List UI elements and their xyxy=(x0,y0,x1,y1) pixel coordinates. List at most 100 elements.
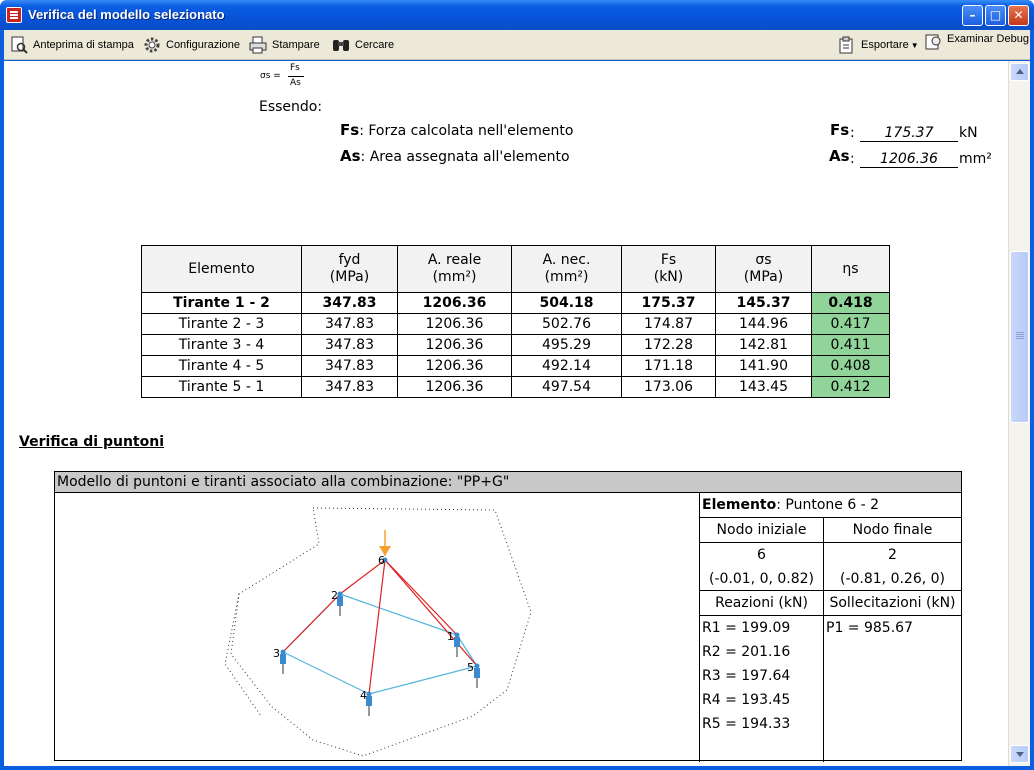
print-preview-label: Anteprima di stampa xyxy=(33,39,134,51)
column-header-line: A. reale xyxy=(427,252,482,268)
export-button[interactable]: Esportare ▼ xyxy=(838,35,919,55)
table-body: Tirante 1 - 2 347.83 1206.36 504.18 175.37 14… xyxy=(141,292,890,398)
loads-list: P1 = 985.67 xyxy=(824,616,962,762)
window-title: Verifica del modello selezionato xyxy=(28,7,225,22)
scroll-up-button[interactable] xyxy=(1010,63,1029,81)
column-header-line: σs xyxy=(755,252,772,268)
nodo-iniziale-header: Nodo iniziale xyxy=(700,518,824,543)
debug-label: Examinar Debug xyxy=(947,33,1029,45)
app-icon xyxy=(6,7,22,23)
formula-denominator: As xyxy=(290,78,301,88)
node-point xyxy=(280,649,286,655)
gear-icon xyxy=(144,37,160,53)
export-label: Esportare xyxy=(861,39,909,51)
nodo-finale-cell: 2 (-0.81, 0.26, 0) xyxy=(824,543,962,591)
as-value: 1206.36 xyxy=(860,151,958,168)
export-icon xyxy=(839,36,853,54)
minimize-button[interactable]: – xyxy=(962,5,983,26)
column-header-line: Fs xyxy=(660,252,677,268)
footing-outline xyxy=(224,593,262,717)
print-button[interactable]: Stampare xyxy=(249,35,320,55)
table-cell: 502.76 xyxy=(511,313,622,335)
node-label: 6 xyxy=(378,554,385,567)
reazioni-header: Reazioni (kN) xyxy=(700,591,824,616)
table-cell: 175.37 xyxy=(621,292,716,314)
table-cell: 144.96 xyxy=(715,313,812,335)
column-header-line: (mm²) xyxy=(544,269,589,285)
column-header-line: (MPa) xyxy=(329,269,370,285)
node-label: 2 xyxy=(331,589,338,602)
nodo-iniziale-coords: (-0.01, 0, 0.82) xyxy=(708,571,815,587)
table-cell: 142.81 xyxy=(715,334,812,356)
node-label: 5 xyxy=(467,661,474,674)
table-cell: 504.18 xyxy=(511,292,622,314)
column-header-line: (kN) xyxy=(653,269,684,285)
table-cell: Tirante 2 - 3 xyxy=(141,313,302,335)
node-label: 4 xyxy=(360,689,367,702)
print-label: Stampare xyxy=(272,39,320,51)
window: Verifica del modello selezionato – □ ✕ A… xyxy=(0,0,1034,770)
binoculars-icon xyxy=(333,40,349,51)
configuration-button[interactable]: Configurazione xyxy=(143,35,240,55)
as-description: : Area assegnata all'elemento xyxy=(360,149,570,165)
nodo-finale-coords: (-0.81, 0.26, 0) xyxy=(839,571,946,587)
vertical-scrollbar[interactable] xyxy=(1008,61,1030,766)
fs-symbol: Fs xyxy=(340,121,360,139)
table-cell: 497.54 xyxy=(511,376,622,398)
table-row: Tirante 3 - 4 347.83 1206.36 495.29 172.28 14… xyxy=(141,334,890,356)
node-point xyxy=(337,591,343,597)
table-cell: 1206.36 xyxy=(397,313,512,335)
sollecitazioni-header: Sollecitazioni (kN) xyxy=(824,591,962,616)
table-cell: 1206.36 xyxy=(397,334,512,356)
report-content: σs = Fs As Essendo: Fs: Forza calcolata … xyxy=(4,61,1008,766)
configuration-label: Configurazione xyxy=(166,39,240,51)
table-cell: 143.45 xyxy=(715,376,812,398)
element-info-panel: Elemento: Puntone 6 - 2 Nodo iniziale No… xyxy=(699,493,962,762)
reaction-item: R5 = 194.33 xyxy=(702,716,791,732)
ties-results-table: Elemento fyd (MPa) A. reale (mm²) A. nec. (mm²… xyxy=(141,245,890,398)
fs-value: 175.37 xyxy=(860,125,958,142)
footing-outline xyxy=(230,507,532,757)
formula-numerator: Fs xyxy=(290,63,300,73)
column-header: ηs xyxy=(811,245,890,293)
reactions-list: R1 = 199.09 R2 = 201.16 R3 = 197.64 R4 = 19… xyxy=(700,616,824,762)
scroll-thumb[interactable] xyxy=(1010,251,1029,423)
node-point xyxy=(454,632,460,638)
reaction-item: R3 = 197.64 xyxy=(702,668,791,684)
table-cell: 347.83 xyxy=(301,334,398,356)
search-button[interactable]: Cercare xyxy=(332,35,394,55)
print-preview-button[interactable]: Anteprima di stampa xyxy=(10,35,134,55)
table-cell: 1206.36 xyxy=(397,355,512,377)
nodo-iniziale-id: 6 xyxy=(757,547,766,563)
nodo-finale-header: Nodo finale xyxy=(824,518,962,543)
scroll-down-button[interactable] xyxy=(1010,745,1029,763)
tie-line xyxy=(282,651,370,695)
node-label: 1 xyxy=(447,630,454,643)
table-cell: Tirante 4 - 5 xyxy=(141,355,302,377)
column-header: Fs (kN) xyxy=(621,245,716,293)
printer-icon xyxy=(249,36,267,54)
tie-line xyxy=(339,593,458,636)
essendo-label: Essendo: xyxy=(259,99,323,115)
table-cell: 172.28 xyxy=(621,334,716,356)
column-header: A. nec. (mm²) xyxy=(511,245,622,293)
maximize-button[interactable]: □ xyxy=(985,5,1006,26)
nodo-finale-id: 2 xyxy=(888,547,897,563)
title-bar: Verifica del modello selezionato – □ ✕ xyxy=(0,0,1034,30)
element-label: Elemento xyxy=(702,497,777,513)
support-icon xyxy=(474,668,480,678)
table-cell: 347.83 xyxy=(301,313,398,335)
formula-lhs: σs = xyxy=(260,71,281,81)
table-cell: 1206.36 xyxy=(397,376,512,398)
table-cell: 141.90 xyxy=(715,355,812,377)
column-header-line: (MPa) xyxy=(743,269,784,285)
debug-button[interactable]: Examinar Debug xyxy=(924,32,1029,52)
strut-line xyxy=(384,559,458,636)
table-cell: 492.14 xyxy=(511,355,622,377)
print-preview-icon xyxy=(11,36,28,54)
section-title-puntoni: Verifica di puntoni xyxy=(19,434,164,450)
fs-unit: kN xyxy=(959,125,978,141)
model-header: Modello di puntoni e tiranti associato a… xyxy=(55,472,961,493)
tie-line xyxy=(368,665,478,695)
close-button[interactable]: ✕ xyxy=(1008,5,1029,26)
